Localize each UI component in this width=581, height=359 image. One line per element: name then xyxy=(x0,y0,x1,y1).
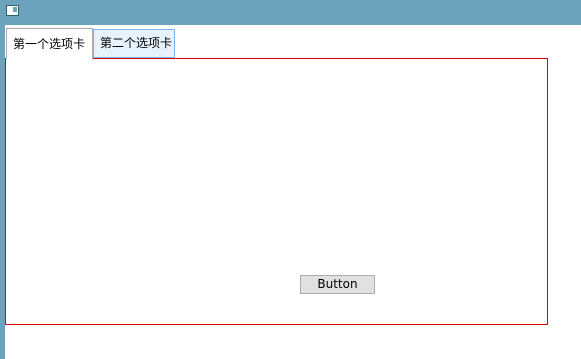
app-window-icon xyxy=(6,5,19,16)
tab-first[interactable]: 第一个选项卡 xyxy=(6,28,93,59)
window-client-area: 第一个选项卡 第二个选项卡 Button xyxy=(5,25,581,359)
window-titlebar[interactable] xyxy=(0,0,581,25)
tab-second[interactable]: 第二个选项卡 xyxy=(93,29,175,58)
main-button[interactable]: Button xyxy=(300,275,375,294)
tab-content-panel: Button xyxy=(5,58,548,325)
